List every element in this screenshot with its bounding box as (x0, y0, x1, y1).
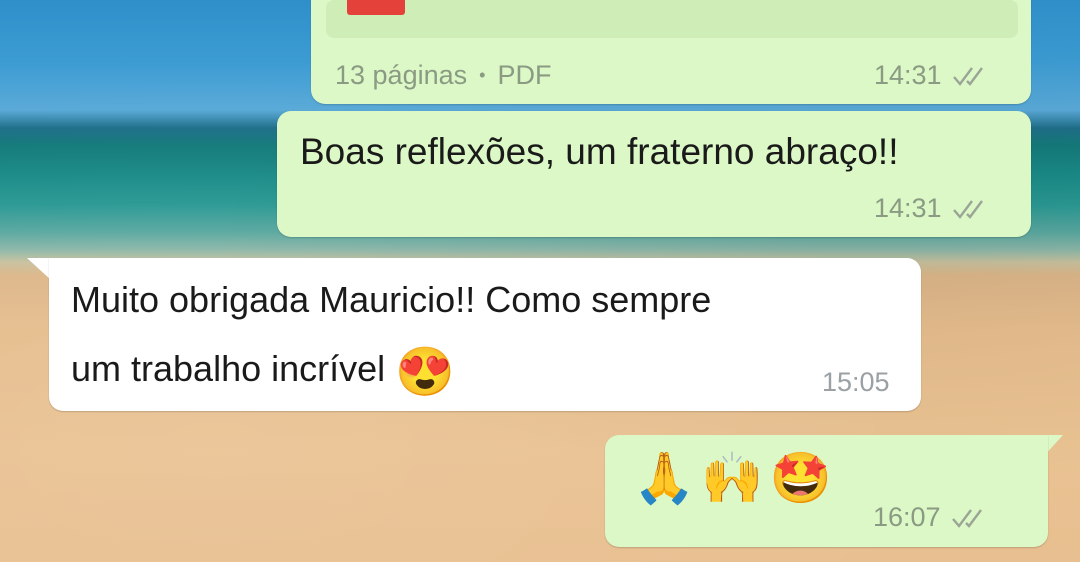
document-preview[interactable] (326, 0, 1018, 38)
double-check-icon (951, 508, 982, 528)
message-text-line-2-text: um trabalho incrível (71, 348, 386, 390)
incoming-bubble-tail (27, 258, 51, 280)
document-page-count: 13 páginas (335, 60, 468, 90)
message-timestamp: 15:05 (822, 367, 890, 397)
document-file-type: PDF (497, 60, 552, 90)
message-time: 14:31 (874, 193, 992, 224)
document-message-bubble[interactable]: 13 páginas • PDF 14:31 (311, 0, 1031, 104)
emoji-content: 🙏🙌🤩 (633, 450, 838, 506)
message-timestamp: 14:31 (874, 60, 942, 90)
document-meta: 13 páginas • PDF (335, 60, 551, 91)
heart-eyes-emoji: 😍 (395, 346, 455, 399)
message-time: 16:07 (873, 502, 991, 533)
message-timestamp: 16:07 (873, 502, 941, 532)
message-text-line-1: Muito obrigada Mauricio!! Como sempre (71, 279, 712, 320)
message-time: 15:05 (822, 367, 890, 398)
message-time: 14:31 (874, 60, 992, 91)
message-text-line-2: um trabalho incrível 😍 (71, 343, 455, 400)
pdf-file-icon (347, 0, 405, 15)
message-text: Boas reflexões, um fraterno abraço!! (300, 131, 899, 172)
double-check-icon (952, 199, 983, 219)
meta-separator: • (479, 65, 486, 85)
message-timestamp: 14:31 (874, 193, 942, 223)
double-check-icon (952, 66, 983, 86)
incoming-text-message[interactable]: Muito obrigada Mauricio!! Como sempre um… (49, 258, 921, 411)
outgoing-text-message[interactable]: Boas reflexões, um fraterno abraço!! 14:… (277, 111, 1031, 237)
outgoing-emoji-message[interactable]: 🙏🙌🤩 16:07 (605, 435, 1048, 547)
